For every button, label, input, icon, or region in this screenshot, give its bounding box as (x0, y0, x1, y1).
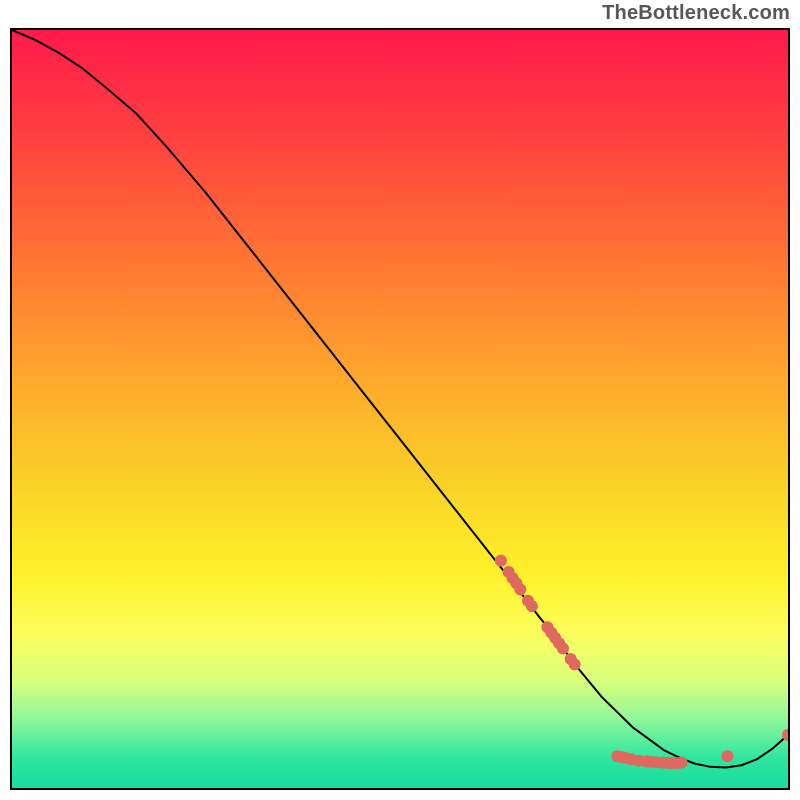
data-point-marker (676, 757, 688, 769)
bottleneck-curve-line (12, 30, 788, 768)
data-point-marker (722, 750, 734, 762)
data-point-marker (495, 555, 507, 567)
data-point-marker (569, 658, 581, 670)
chart-container: TheBottleneck.com (0, 0, 800, 800)
data-point-marker (526, 600, 538, 612)
data-point-marker (557, 643, 569, 655)
data-point-marker (514, 583, 526, 595)
attribution-text: TheBottleneck.com (602, 2, 790, 25)
chart-svg (12, 30, 788, 788)
highlight-markers (495, 555, 788, 769)
plot-area (10, 28, 790, 790)
